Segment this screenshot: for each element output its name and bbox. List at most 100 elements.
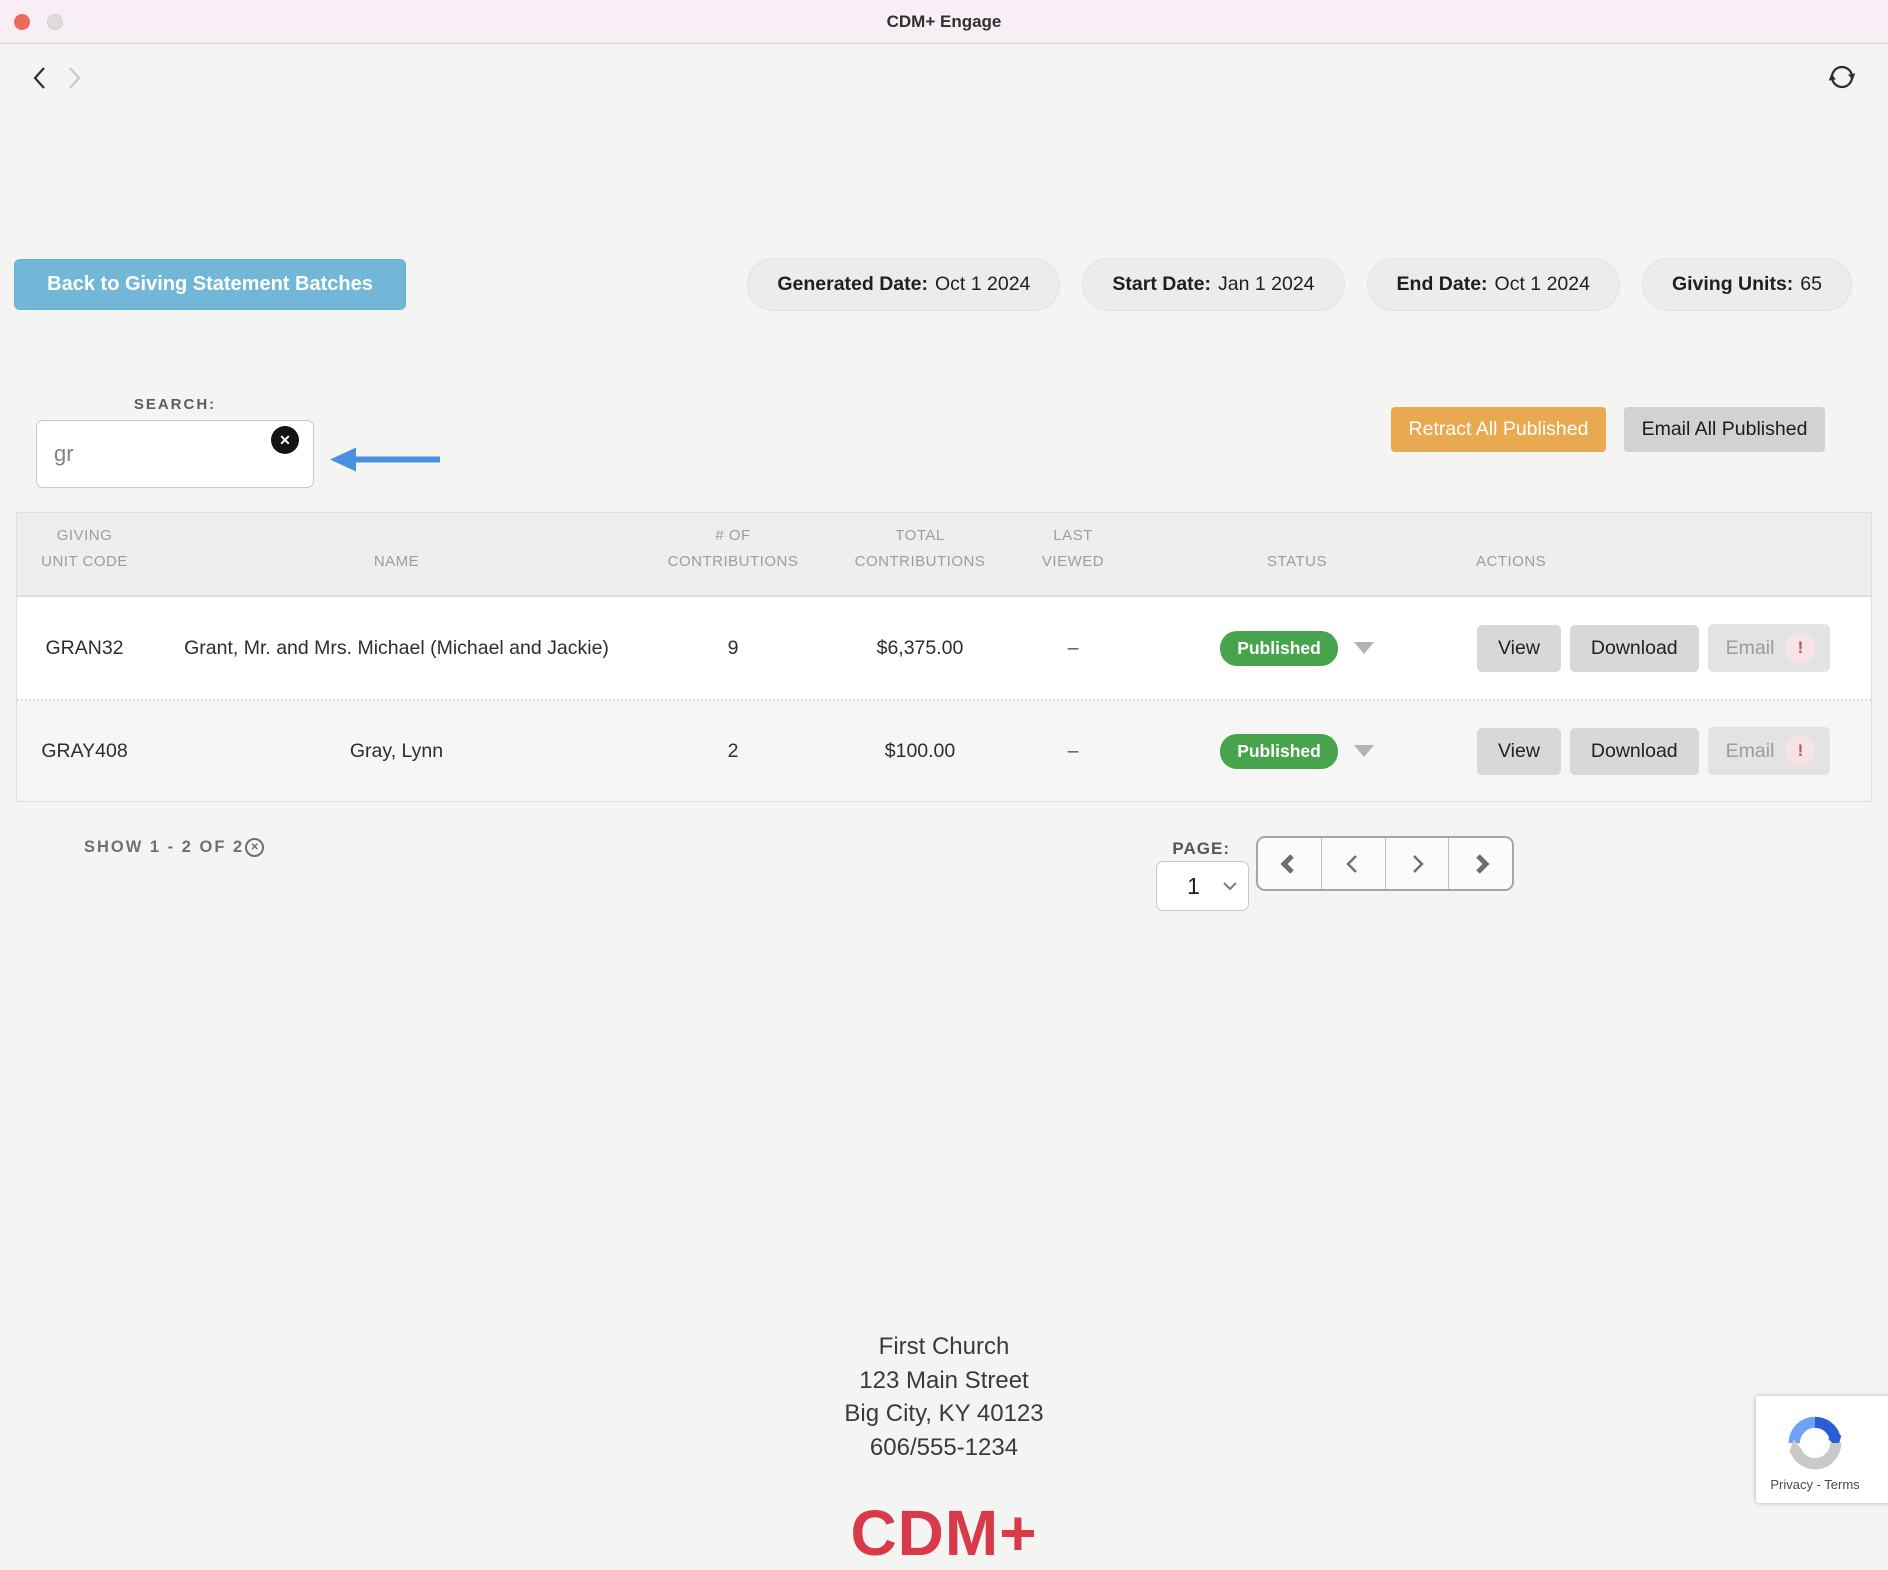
cell-total-contributions: $6,375.00 bbox=[825, 597, 1015, 699]
table-header-row: GIVING UNIT CODE NAME # OF CONTRIBUTIONS… bbox=[17, 513, 1871, 597]
chevron-down-icon bbox=[1222, 881, 1238, 891]
cell-last-viewed: – bbox=[1015, 701, 1131, 801]
back-to-batches-button[interactable]: Back to Giving Statement Batches bbox=[14, 259, 406, 310]
cell-num-contributions: 2 bbox=[641, 701, 825, 801]
email-all-published-button[interactable]: Email All Published bbox=[1624, 407, 1825, 452]
email-button[interactable]: Email ! bbox=[1708, 624, 1831, 672]
results-count-text: SHOW 1 - 2 OF 2 bbox=[84, 838, 244, 857]
download-button[interactable]: Download bbox=[1570, 728, 1699, 775]
nav-back-button[interactable] bbox=[26, 64, 54, 92]
giving-units-pill: Giving Units: 65 bbox=[1642, 258, 1852, 311]
org-phone: 606/555-1234 bbox=[0, 1431, 1888, 1465]
pill-label: Generated Date: bbox=[777, 273, 928, 296]
cell-giving-unit-code: GRAN32 bbox=[17, 597, 152, 699]
retract-all-published-button[interactable]: Retract All Published bbox=[1391, 407, 1606, 452]
column-header-num-contributions: # OF CONTRIBUTIONS bbox=[641, 513, 825, 595]
window-titlebar: CDM+ Engage bbox=[0, 0, 1888, 44]
window-minimize-button[interactable] bbox=[47, 14, 63, 30]
table-row: GRAN32 Grant, Mr. and Mrs. Michael (Mich… bbox=[17, 597, 1871, 701]
clear-filter-button[interactable]: ✕ bbox=[245, 838, 264, 857]
batch-info-pills: Generated Date: Oct 1 2024 Start Date: J… bbox=[747, 258, 1852, 311]
recaptcha-privacy-terms-link[interactable]: Privacy - Terms bbox=[1770, 1477, 1859, 1492]
results-count: SHOW 1 - 2 OF 2 ✕ bbox=[84, 838, 264, 857]
organization-footer: First Church 123 Main Street Big City, K… bbox=[0, 1330, 1888, 1464]
cell-total-contributions: $100.00 bbox=[825, 701, 1015, 801]
chevron-left-icon bbox=[27, 64, 53, 92]
table-row: GRAY408 Gray, Lynn 2 $100.00 – Published… bbox=[17, 701, 1871, 801]
next-page-icon bbox=[1406, 852, 1428, 876]
page-select[interactable]: 1 bbox=[1156, 861, 1249, 911]
pill-label: Start Date: bbox=[1112, 273, 1211, 296]
column-header-last-viewed: LAST VIEWED bbox=[1015, 513, 1131, 595]
org-name: First Church bbox=[0, 1330, 1888, 1364]
header-line: CONTRIBUTIONS bbox=[668, 549, 799, 575]
download-button[interactable]: Download bbox=[1570, 625, 1699, 672]
triangle-down-icon bbox=[1354, 642, 1374, 654]
pill-value: 65 bbox=[1800, 273, 1822, 296]
header-line: LAST bbox=[1053, 523, 1093, 549]
giving-statements-table: GIVING UNIT CODE NAME # OF CONTRIBUTIONS… bbox=[16, 512, 1872, 802]
header-line: STATUS bbox=[1267, 549, 1327, 575]
header-line: VIEWED bbox=[1042, 549, 1104, 575]
email-warning-badge: ! bbox=[1785, 736, 1815, 766]
column-header-giving-unit-code: GIVING UNIT CODE bbox=[17, 513, 152, 595]
prev-page-button[interactable] bbox=[1322, 838, 1386, 889]
search-box: ✕ bbox=[36, 420, 314, 488]
header-line: UNIT CODE bbox=[41, 549, 128, 575]
search-clear-button[interactable]: ✕ bbox=[271, 426, 299, 454]
search-input[interactable] bbox=[37, 421, 313, 487]
cell-name: Gray, Lynn bbox=[152, 701, 641, 801]
triangle-down-icon bbox=[1354, 745, 1374, 757]
pill-label: End Date: bbox=[1397, 273, 1488, 296]
next-page-button[interactable] bbox=[1386, 838, 1450, 889]
recaptcha-swirl-icon bbox=[1784, 1412, 1846, 1474]
header-line: TOTAL bbox=[895, 523, 944, 549]
pill-value: Oct 1 2024 bbox=[1495, 273, 1590, 296]
header-line: NAME bbox=[374, 549, 419, 575]
org-address-line2: Big City, KY 40123 bbox=[0, 1397, 1888, 1431]
cdm-logo: CDM+ bbox=[0, 1496, 1888, 1570]
status-dropdown[interactable]: Published bbox=[1220, 631, 1374, 666]
first-page-button[interactable] bbox=[1258, 838, 1322, 889]
column-header-name: NAME bbox=[152, 513, 641, 595]
pill-value: Jan 1 2024 bbox=[1218, 273, 1315, 296]
page-label: PAGE: bbox=[1130, 839, 1230, 859]
cell-num-contributions: 9 bbox=[641, 597, 825, 699]
circle-x-icon: ✕ bbox=[250, 842, 258, 853]
header-line: # OF bbox=[715, 523, 750, 549]
pagination-controls bbox=[1256, 836, 1514, 891]
status-badge: Published bbox=[1220, 734, 1338, 769]
search-label: SEARCH: bbox=[36, 396, 314, 413]
refresh-button[interactable] bbox=[1826, 62, 1858, 94]
chevron-right-icon bbox=[61, 64, 87, 92]
nav-forward-button[interactable] bbox=[60, 64, 88, 92]
last-page-button[interactable] bbox=[1449, 838, 1512, 889]
status-dropdown[interactable]: Published bbox=[1220, 734, 1374, 769]
window-title: CDM+ Engage bbox=[0, 0, 1888, 44]
status-badge: Published bbox=[1220, 631, 1338, 666]
window-close-button[interactable] bbox=[14, 14, 30, 30]
circle-x-icon: ✕ bbox=[279, 432, 291, 448]
cell-name: Grant, Mr. and Mrs. Michael (Michael and… bbox=[152, 597, 641, 699]
org-address-line1: 123 Main Street bbox=[0, 1364, 1888, 1398]
view-button[interactable]: View bbox=[1477, 728, 1561, 775]
generated-date-pill: Generated Date: Oct 1 2024 bbox=[747, 258, 1060, 311]
start-date-pill: Start Date: Jan 1 2024 bbox=[1082, 258, 1344, 311]
end-date-pill: End Date: Oct 1 2024 bbox=[1367, 258, 1620, 311]
header-line: CONTRIBUTIONS bbox=[855, 549, 986, 575]
pill-label: Giving Units: bbox=[1672, 273, 1793, 296]
header-line: GIVING bbox=[57, 523, 113, 549]
first-page-icon bbox=[1278, 852, 1300, 876]
page-select-value: 1 bbox=[1157, 873, 1222, 900]
cell-giving-unit-code: GRAY408 bbox=[17, 701, 152, 801]
view-button[interactable]: View bbox=[1477, 625, 1561, 672]
email-warning-badge: ! bbox=[1785, 633, 1815, 663]
cell-last-viewed: – bbox=[1015, 597, 1131, 699]
prev-page-icon bbox=[1342, 852, 1364, 876]
sync-arrows-icon bbox=[1827, 62, 1857, 92]
pill-value: Oct 1 2024 bbox=[935, 273, 1030, 296]
email-button-label: Email bbox=[1726, 637, 1775, 660]
email-button[interactable]: Email ! bbox=[1708, 727, 1831, 775]
recaptcha-badge[interactable]: Privacy - Terms bbox=[1756, 1396, 1888, 1503]
column-header-status: STATUS bbox=[1131, 513, 1463, 595]
